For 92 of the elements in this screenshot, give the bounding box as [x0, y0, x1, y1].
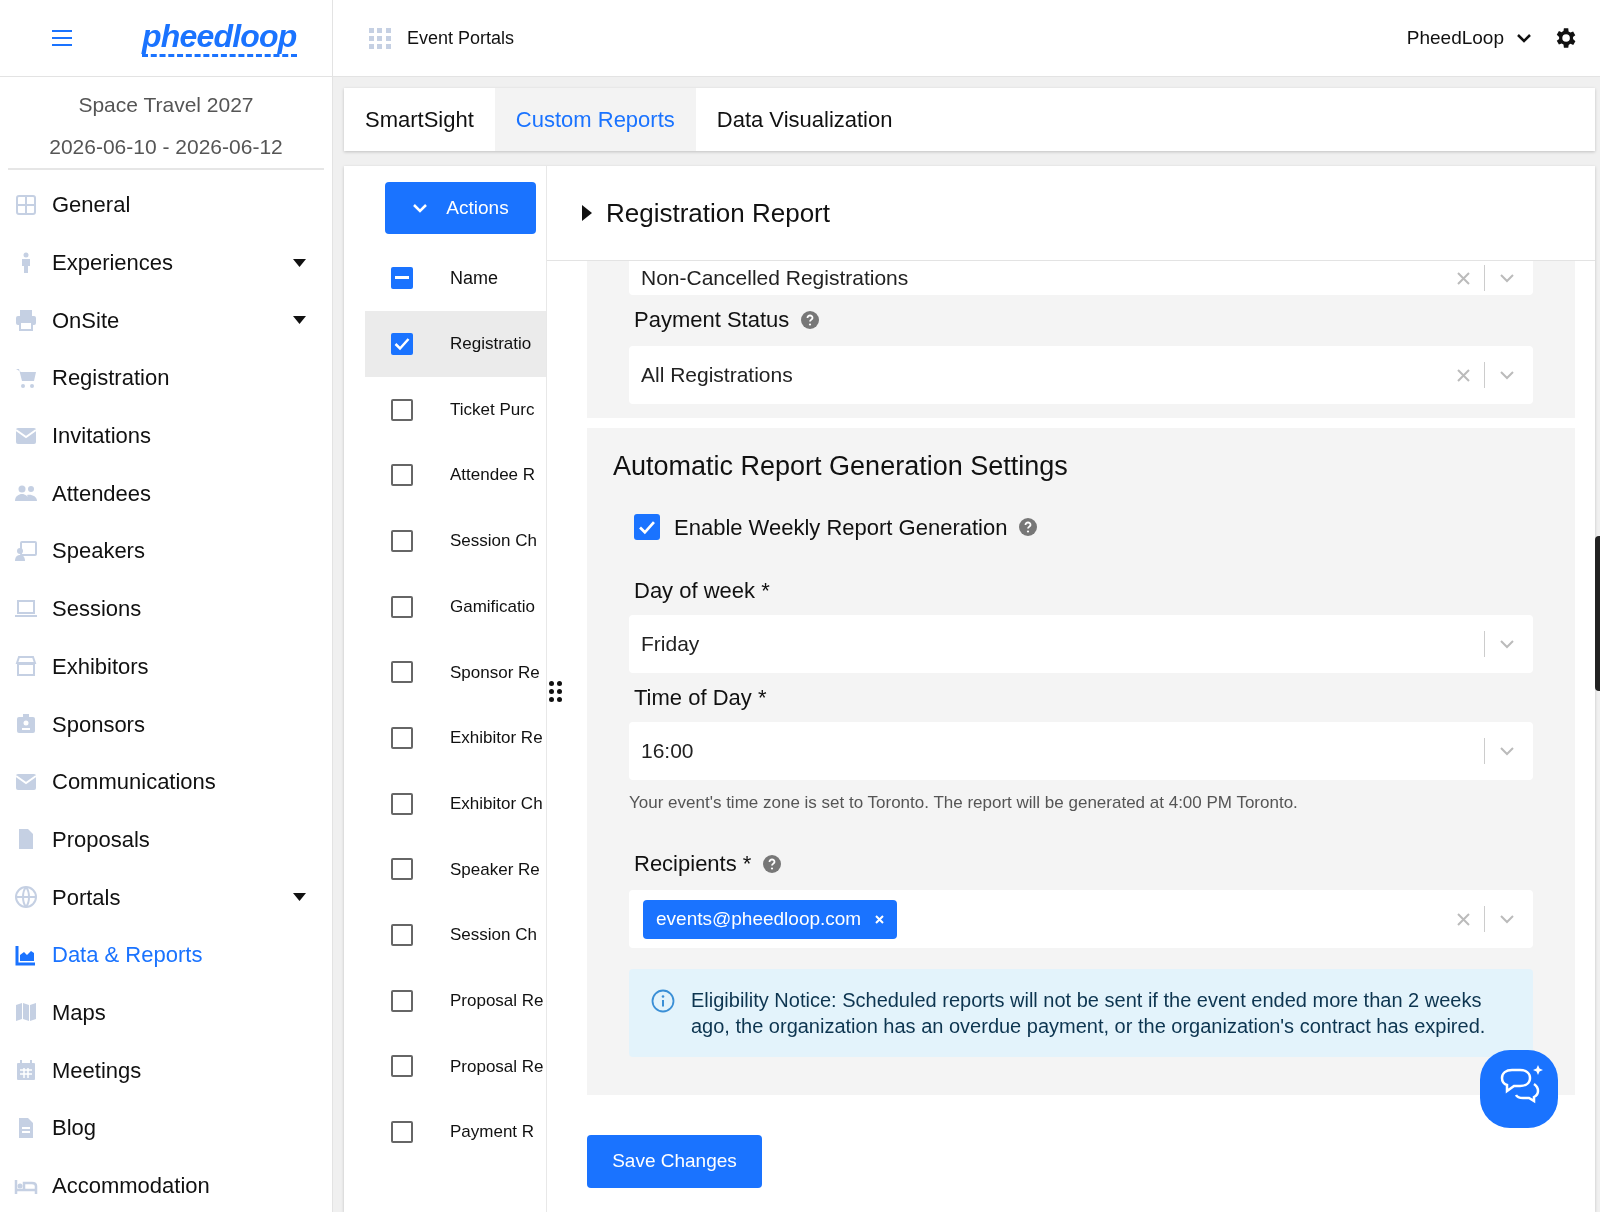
storefront-icon	[13, 654, 39, 679]
checkbox[interactable]	[391, 1121, 413, 1144]
checkbox[interactable]	[634, 514, 660, 540]
sidebar-item[interactable]: Proposals	[0, 810, 332, 869]
report-row[interactable]: Sponsor Re	[365, 639, 546, 706]
select-field[interactable]: Friday	[629, 614, 1533, 673]
menu-icon[interactable]	[52, 30, 72, 46]
checkbox[interactable]	[391, 595, 413, 618]
event-name: Space Travel 2027	[78, 92, 254, 118]
checkbox[interactable]	[391, 989, 413, 1012]
caret-right-icon	[582, 205, 592, 221]
caret-down-icon	[293, 258, 306, 267]
tab[interactable]: SmartSight	[344, 88, 495, 151]
sidebar-item[interactable]: Sponsors	[0, 695, 332, 753]
chevron-down-icon	[1516, 33, 1532, 43]
help-icon[interactable]	[801, 310, 820, 329]
sidebar-item[interactable]: Registration	[0, 349, 332, 407]
info-icon	[651, 989, 675, 1013]
report-row[interactable]: Exhibitor Ch	[365, 770, 546, 837]
sidebar-item[interactable]: Meetings	[0, 1041, 332, 1099]
check-icon	[638, 519, 656, 535]
checkbox[interactable]	[391, 726, 413, 749]
checkbox[interactable]	[391, 529, 413, 552]
sidebar-item[interactable]: Attendees	[0, 464, 332, 523]
sidebar-item[interactable]: Data & Reports	[0, 925, 332, 984]
help-icon[interactable]	[1019, 518, 1038, 536]
checkbox-label: Enable Weekly Report Generation	[674, 513, 1008, 542]
report-row[interactable]: Session Ch	[365, 508, 546, 574]
sidebar-item[interactable]: Experiences	[0, 233, 332, 292]
report-row[interactable]: Gamificatio	[365, 573, 546, 640]
checkbox[interactable]	[391, 661, 413, 684]
report-row[interactable]: Speaker Re	[365, 836, 546, 903]
field-label: Time of Day *	[634, 683, 767, 712]
sidebar-item[interactable]: Maps	[0, 983, 332, 1042]
remove-icon[interactable]	[875, 914, 885, 924]
account-menu[interactable]: PheedLoop	[1406, 23, 1532, 53]
sidebar-item[interactable]: Speakers	[0, 522, 332, 580]
recipient-tag: events@pheedloop.com	[643, 899, 898, 939]
report-row[interactable]: Registratio	[365, 311, 546, 377]
globe-icon	[13, 885, 39, 910]
report-row[interactable]: Attendee R	[365, 442, 546, 509]
event-dates: 2026-06-10 - 2026-06-12	[49, 133, 283, 160]
presenter-icon	[13, 538, 39, 563]
report-row[interactable]: Exhibitor Re	[365, 705, 546, 771]
caret-down-icon	[293, 316, 306, 325]
checkbox[interactable]	[391, 792, 413, 815]
logo: pheedloop	[142, 19, 297, 57]
select-field[interactable]: 16:00	[629, 721, 1533, 780]
section-title: Automatic Report Generation Settings	[613, 450, 1069, 483]
report-row[interactable]: Ticket Purc	[365, 376, 546, 443]
check-icon	[394, 336, 410, 351]
sidebar-item[interactable]: Invitations	[0, 406, 332, 465]
printer-icon	[13, 308, 39, 333]
grid-icon	[13, 192, 39, 217]
chat-icon[interactable]	[1480, 1050, 1558, 1128]
drag-handle-icon[interactable]	[549, 681, 562, 702]
tab[interactable]: Data Visualization	[695, 88, 914, 151]
report-row[interactable]: Proposal Re	[365, 967, 546, 1034]
report-row[interactable]: Proposal Re	[365, 1033, 546, 1100]
save-button[interactable]: Save Changes	[587, 1135, 762, 1188]
sidebar-item[interactable]: OnSite	[0, 291, 332, 350]
select-field[interactable]: events@pheedloop.com	[629, 890, 1533, 948]
scrollbar[interactable]	[1595, 536, 1600, 691]
sidebar-item[interactable]: Accommodation	[0, 1156, 332, 1212]
notice-text: Eligibility Notice: Scheduled reports will not be sent if the event ended more than 2 weeks ago, the organization has an overdue payment, or the organization's contract has expired.	[691, 988, 1487, 1039]
sidebar-item[interactable]: General	[0, 176, 332, 234]
checkbox[interactable]	[391, 924, 413, 947]
help-text: Your event's time zone is set to Toronto. The report will be generated at 4:00 PM Toronto.	[629, 791, 1299, 814]
checkbox[interactable]	[391, 267, 413, 289]
checkbox[interactable]	[391, 464, 413, 487]
checkbox[interactable]	[391, 858, 413, 881]
app-title: Event Portals	[407, 26, 515, 50]
column-header: Name	[450, 266, 498, 290]
field-label: Payment Status	[634, 306, 790, 334]
help-icon[interactable]	[763, 854, 782, 873]
chevron-down-icon	[412, 203, 429, 213]
caret-down-icon	[293, 893, 306, 902]
checkbox[interactable]	[391, 332, 413, 355]
checkbox[interactable]	[391, 1055, 413, 1078]
minus-icon	[395, 276, 409, 280]
sidebar-item[interactable]: Blog	[0, 1099, 332, 1157]
field-label: Recipients *	[634, 850, 752, 878]
checkbox[interactable]	[391, 398, 413, 421]
report-row[interactable]: Session Ch	[365, 902, 546, 968]
sidebar-item[interactable]: Sessions	[0, 579, 332, 638]
sidebar-item[interactable]: Exhibitors	[0, 637, 332, 696]
sidebar-item[interactable]: Communications	[0, 752, 332, 811]
tab[interactable]: Custom Reports	[494, 88, 696, 151]
field-label: Day of week *	[634, 576, 770, 605]
sidebar-item[interactable]: Portals	[0, 868, 332, 926]
report-row[interactable]: Payment R	[365, 1099, 546, 1165]
actions-button[interactable]: Actions	[385, 182, 536, 234]
